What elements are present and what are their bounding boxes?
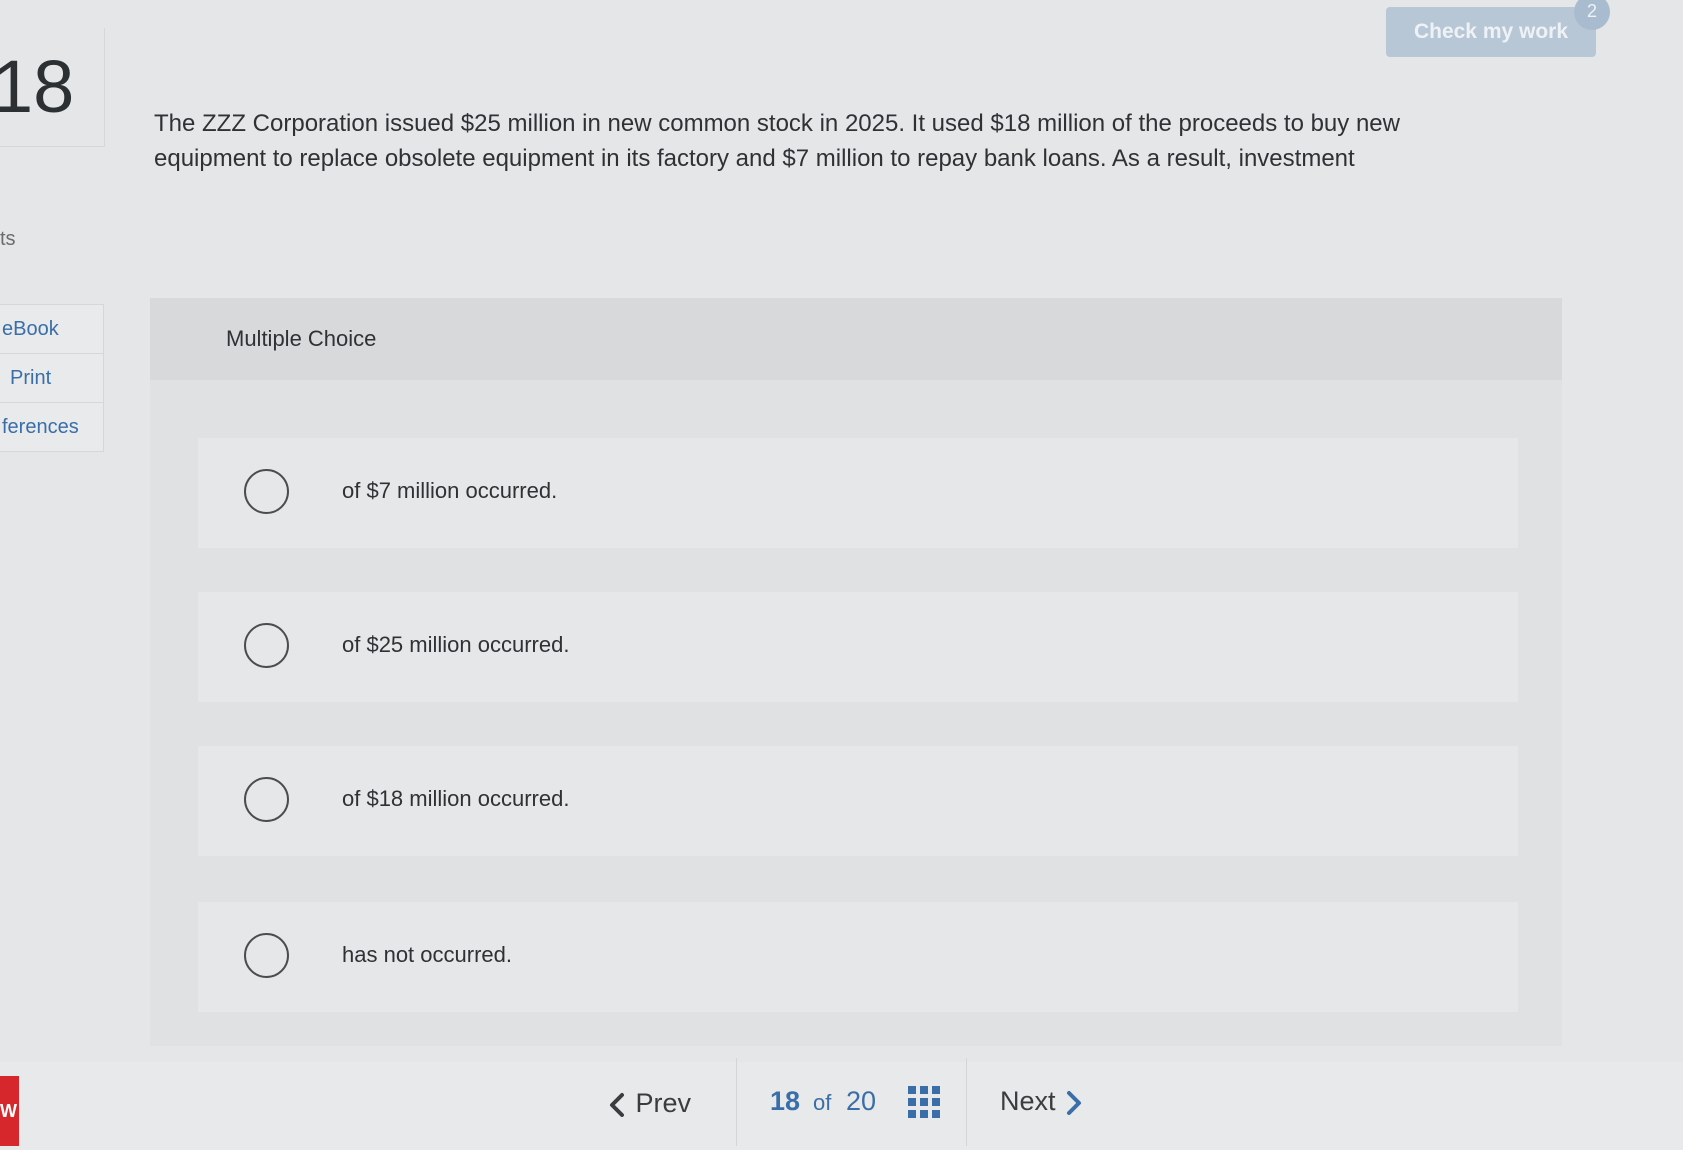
- choice-label: has not occurred.: [342, 942, 512, 967]
- question-text: The ZZZ Corporation issued $25 million i…: [154, 110, 1400, 172]
- ebook-link[interactable]: eBook: [0, 305, 103, 354]
- multiple-choice-panel: Multiple Choice of $7 million occurred. …: [150, 298, 1562, 1046]
- points-label: ts: [0, 228, 16, 250]
- check-attempts-badge: 2: [1574, 0, 1610, 30]
- choice-label: of $18 million occurred.: [342, 786, 570, 811]
- question-number: 18: [0, 28, 105, 147]
- prev-button[interactable]: Prev: [606, 1088, 691, 1119]
- prev-label: Prev: [635, 1088, 692, 1118]
- choice-option[interactable]: of $18 million occurred.: [198, 746, 1518, 856]
- check-my-work-button[interactable]: Check my work: [1386, 7, 1596, 57]
- next-button[interactable]: Next: [1000, 1086, 1085, 1117]
- bottom-navigation: [0, 1062, 1683, 1150]
- nav-divider: [736, 1058, 737, 1146]
- chevron-right-icon: [1067, 1090, 1082, 1115]
- choice-option[interactable]: of $7 million occurred.: [198, 438, 1518, 548]
- radio-button[interactable]: [244, 623, 289, 668]
- sidebar-tools: eBook Print ferences: [0, 304, 104, 452]
- choice-option[interactable]: of $25 million occurred.: [198, 592, 1518, 702]
- print-link[interactable]: Print: [0, 354, 103, 403]
- page-of-label: of: [813, 1090, 832, 1115]
- choice-option[interactable]: has not occurred.: [198, 902, 1518, 1012]
- next-label: Next: [1000, 1086, 1056, 1116]
- radio-button[interactable]: [244, 469, 289, 514]
- question-map-grid-icon[interactable]: [908, 1086, 940, 1118]
- brand-tab: W: [0, 1076, 19, 1146]
- radio-button[interactable]: [244, 933, 289, 978]
- nav-divider: [966, 1058, 967, 1146]
- radio-button[interactable]: [244, 777, 289, 822]
- choice-label: of $7 million occurred.: [342, 478, 558, 503]
- multiple-choice-header: Multiple Choice: [150, 298, 1562, 380]
- total-pages-number: 20: [846, 1086, 877, 1116]
- references-link[interactable]: ferences: [0, 403, 103, 451]
- choice-label: of $25 million occurred.: [342, 632, 570, 657]
- chevron-left-icon: [610, 1092, 624, 1117]
- current-page-number: 18: [770, 1086, 801, 1116]
